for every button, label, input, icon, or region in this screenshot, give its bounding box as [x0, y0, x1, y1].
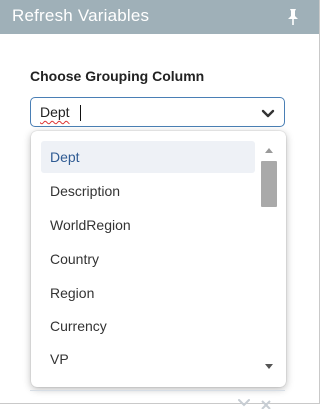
grouping-options-dropdown: Dept Description WorldRegion Country Reg… [31, 131, 286, 387]
chevron-down-icon[interactable] [261, 107, 275, 119]
option-region[interactable]: Region [41, 277, 255, 309]
scroll-up-arrow-icon[interactable] [265, 148, 273, 153]
dropdown-scrollbar[interactable] [260, 141, 278, 381]
panel-title: Refresh Variables [12, 6, 150, 25]
option-currency[interactable]: Currency [41, 310, 255, 342]
grouping-column-label: Choose Grouping Column [30, 68, 205, 84]
option-worldregion[interactable]: WorldRegion [41, 209, 255, 241]
underlying-select-partial [30, 390, 285, 407]
pin-icon[interactable] [285, 8, 301, 26]
option-dept[interactable]: Dept [41, 141, 255, 173]
refresh-variables-panel: Refresh Variables Choose Grouping Column… [0, 0, 320, 410]
grouping-select-value[interactable]: Dept [40, 104, 70, 120]
text-cursor [80, 105, 81, 121]
option-vp[interactable]: VP [41, 343, 255, 375]
scroll-down-arrow-icon[interactable] [265, 364, 273, 369]
clear-icon [260, 396, 272, 410]
grouping-column-select[interactable]: Dept [30, 97, 285, 127]
option-country[interactable]: Country [41, 243, 255, 275]
chevron-down-icon [237, 394, 251, 407]
scroll-thumb[interactable] [261, 161, 277, 207]
panel-header: Refresh Variables [0, 0, 319, 34]
option-description[interactable]: Description [41, 175, 255, 207]
